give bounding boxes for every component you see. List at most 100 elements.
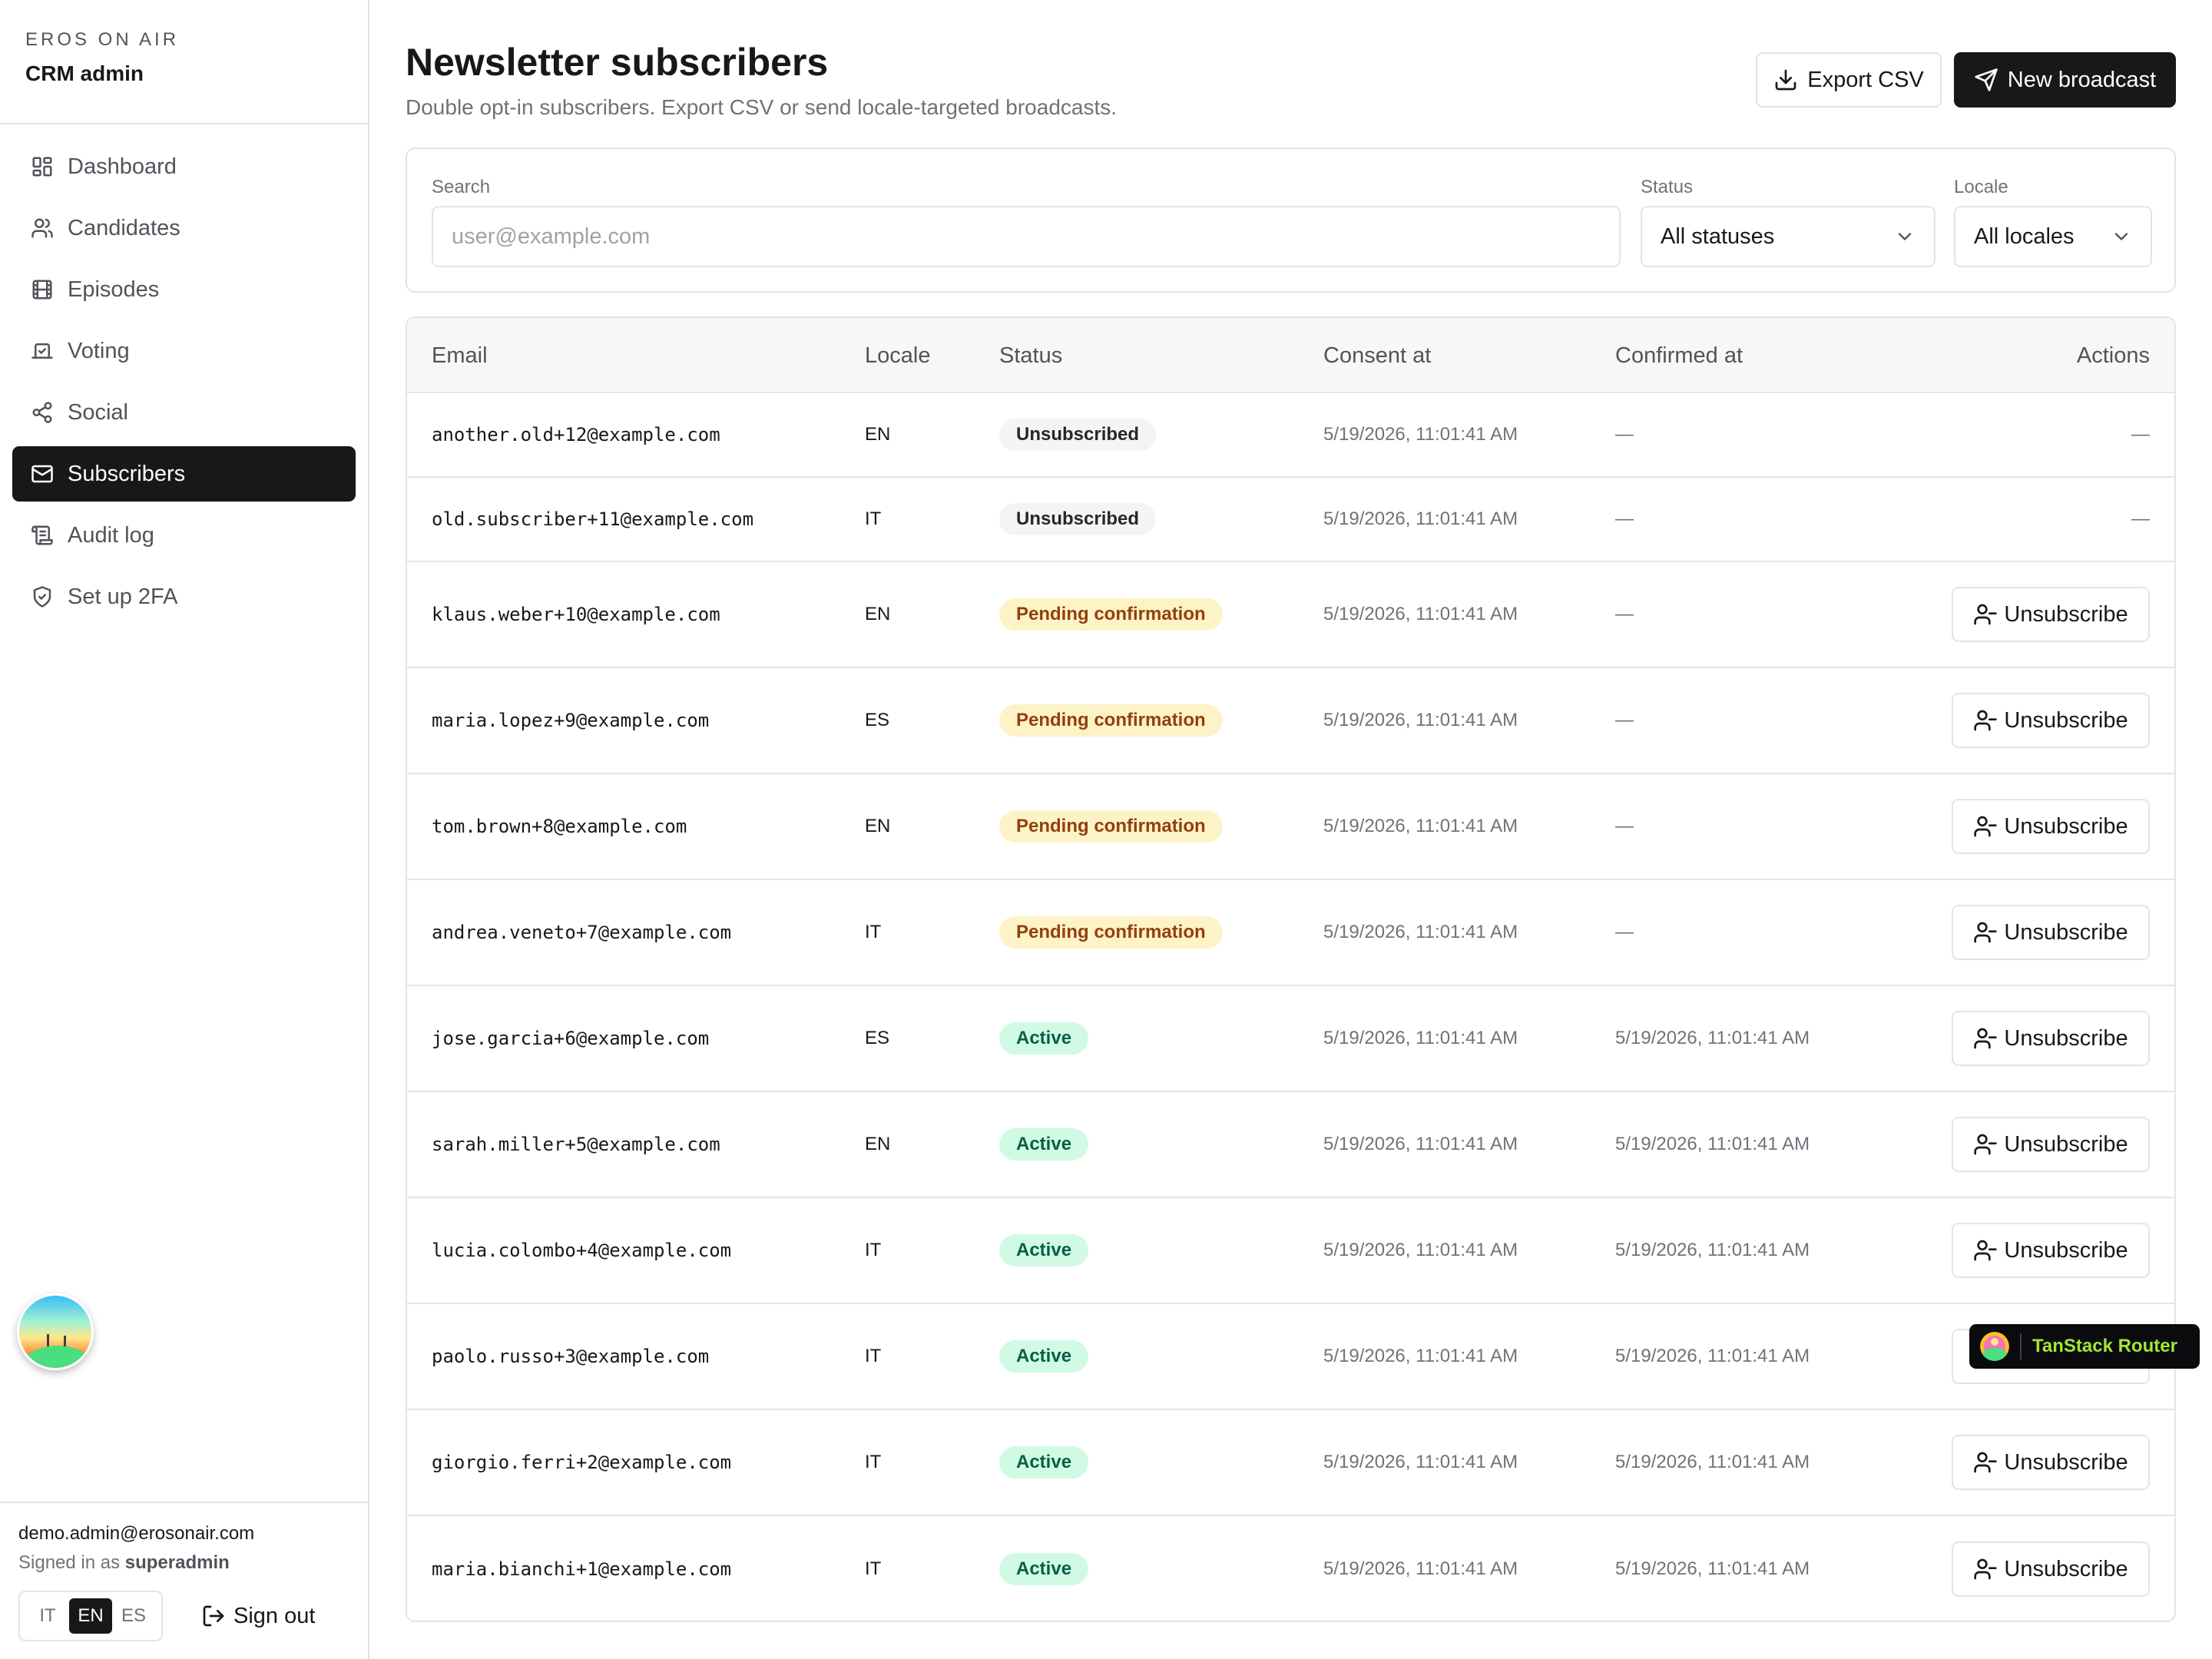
actions-cell: Unsubscribe	[1952, 1092, 2150, 1197]
status-badge: Active	[999, 1234, 1089, 1267]
sidebar-item-dashboard[interactable]: Dashboard	[12, 139, 356, 194]
unsubscribe-label: Unsubscribe	[2004, 1556, 2128, 1581]
actions-cell: Unsubscribe	[1952, 1410, 2150, 1515]
locale-cell: EN	[865, 816, 891, 836]
status-badge: Unsubscribed	[999, 503, 1157, 535]
email-cell: giorgio.ferri+2@example.com	[432, 1452, 732, 1473]
sidebar-item-subscribers[interactable]: Subscribers	[12, 446, 356, 502]
actions-cell: Unsubscribe	[1952, 562, 2150, 667]
status-label: Status	[1641, 177, 1694, 197]
sidebar-item-candidates[interactable]: Candidates	[12, 200, 356, 256]
sidebar-item-episodes[interactable]: Episodes	[12, 262, 356, 317]
unsubscribe-button[interactable]: Unsubscribe	[1952, 1541, 2150, 1597]
email-cell: maria.lopez+9@example.com	[432, 710, 710, 731]
sidebar-item-label: Audit log	[68, 522, 154, 548]
brand-eyebrow: EROS ON AIR	[25, 29, 180, 50]
tanstack-router-label: TanStack Router	[2032, 1336, 2177, 1356]
scroll-icon	[31, 524, 68, 547]
chevron-down-icon	[1894, 226, 1916, 247]
email-cell: tom.brown+8@example.com	[432, 816, 687, 837]
new-broadcast-button[interactable]: New broadcast	[1954, 52, 2176, 108]
email-cell: andrea.veneto+7@example.com	[432, 922, 732, 943]
locale-cell: IT	[865, 508, 882, 529]
unsubscribe-button[interactable]: Unsubscribe	[1952, 1117, 2150, 1172]
export-csv-button[interactable]: Export CSV	[1756, 52, 1942, 108]
email-cell: jose.garcia+6@example.com	[432, 1028, 710, 1049]
user-minus-icon	[1973, 1026, 2004, 1051]
locale-cell: EN	[865, 424, 891, 445]
email-cell: maria.bianchi+1@example.com	[432, 1558, 732, 1580]
table-row: lucia.colombo+4@example.com IT Active 5/19/…	[407, 1198, 2174, 1304]
status-select[interactable]: All statuses	[1641, 206, 1936, 267]
unsubscribe-label: Unsubscribe	[2004, 1449, 2128, 1475]
language-option-en[interactable]: EN	[69, 1598, 112, 1634]
email-cell: old.subscriber+11@example.com	[432, 508, 754, 530]
confirmed-at-cell: 5/19/2026, 11:01:41 AM	[1615, 1558, 1810, 1579]
language-option-it[interactable]: IT	[26, 1598, 69, 1634]
divider	[2020, 1333, 2022, 1359]
unsubscribe-button[interactable]: Unsubscribe	[1952, 799, 2150, 854]
actions-cell: Unsubscribe	[1952, 986, 2150, 1091]
column-header-actions: Actions	[2076, 343, 2150, 368]
new-broadcast-label: New broadcast	[2007, 67, 2157, 92]
sidebar-item-voting[interactable]: Voting	[12, 323, 356, 379]
dashboard-icon	[31, 155, 68, 178]
unsubscribe-button[interactable]: Unsubscribe	[1952, 1223, 2150, 1278]
user-minus-icon	[1973, 1450, 2004, 1475]
devtools-toggle-icon[interactable]	[17, 1293, 94, 1370]
column-header-consent: Consent at	[1323, 343, 1432, 368]
unsubscribe-label: Unsubscribe	[2004, 707, 2128, 733]
export-csv-label: Export CSV	[1807, 67, 1924, 92]
brand: EROS ON AIR CRM admin	[0, 0, 368, 124]
mail-icon	[31, 462, 68, 485]
tanstack-router-devtools-button[interactable]: TanStack Router	[1969, 1324, 2200, 1369]
confirmed-at-cell: —	[1615, 424, 1634, 445]
table-row: giorgio.ferri+2@example.com IT Active 5/19/…	[407, 1410, 2174, 1516]
unsubscribe-button[interactable]: Unsubscribe	[1952, 693, 2150, 748]
subscribers-table: Email Locale Status Consent at Confirmed…	[406, 316, 2176, 1622]
user-minus-icon	[1973, 1132, 2004, 1157]
consent-at-cell: 5/19/2026, 11:01:41 AM	[1323, 604, 1518, 624]
status-cell: Active	[999, 1304, 1089, 1409]
locale-cell: IT	[865, 1240, 882, 1260]
email-cell: sarah.miller+5@example.com	[432, 1134, 720, 1155]
sidebar-item-set-up-2fa[interactable]: Set up 2FA	[12, 569, 356, 624]
status-badge: Active	[999, 1553, 1089, 1585]
locale-cell: ES	[865, 710, 890, 730]
user-minus-icon	[1973, 1238, 2004, 1263]
consent-at-cell: 5/19/2026, 11:01:41 AM	[1323, 1452, 1518, 1472]
actions-cell: Unsubscribe	[1952, 668, 2150, 773]
unsubscribe-button[interactable]: Unsubscribe	[1952, 1011, 2150, 1066]
unsubscribe-button[interactable]: Unsubscribe	[1952, 587, 2150, 642]
locale-label: Locale	[1954, 177, 2008, 197]
locale-select[interactable]: All locales	[1954, 206, 2152, 267]
consent-at-cell: 5/19/2026, 11:01:41 AM	[1323, 710, 1518, 730]
actions-cell: Unsubscribe	[1952, 774, 2150, 879]
table-row: another.old+12@example.com EN Unsubscribed…	[407, 393, 2174, 478]
locale-cell: IT	[865, 1346, 882, 1366]
status-badge: Pending confirmation	[999, 916, 1223, 949]
language-option-es[interactable]: ES	[112, 1598, 155, 1634]
sidebar-item-audit-log[interactable]: Audit log	[12, 508, 356, 563]
confirmed-at-cell: —	[1615, 710, 1634, 730]
sign-out-button[interactable]: Sign out	[201, 1604, 315, 1629]
table-row: maria.bianchi+1@example.com IT Active 5/19/…	[407, 1516, 2174, 1621]
search-input[interactable]: user@example.com	[432, 206, 1621, 267]
unsubscribe-button[interactable]: Unsubscribe	[1952, 905, 2150, 960]
unsubscribe-label: Unsubscribe	[2004, 919, 2128, 945]
consent-at-cell: 5/19/2026, 11:01:41 AM	[1323, 1028, 1518, 1048]
sidebar: EROS ON AIR CRM admin Dashboard Candidate…	[0, 0, 369, 1659]
unsubscribe-button[interactable]: Unsubscribe	[1952, 1435, 2150, 1490]
table-row: andrea.veneto+7@example.com IT Pending con…	[407, 880, 2174, 986]
unsubscribe-label: Unsubscribe	[2004, 1237, 2128, 1263]
sidebar-item-label: Set up 2FA	[68, 584, 178, 609]
locale-cell: EN	[865, 604, 891, 624]
status-cell: Pending confirmation	[999, 880, 1223, 985]
sidebar-item-social[interactable]: Social	[12, 385, 356, 440]
consent-at-cell: 5/19/2026, 11:01:41 AM	[1323, 1558, 1518, 1579]
status-cell: Active	[999, 1092, 1089, 1197]
email-cell: klaus.weber+10@example.com	[432, 604, 720, 625]
confirmed-at-cell: 5/19/2026, 11:01:41 AM	[1615, 1240, 1810, 1260]
user-role: Signed in as superadmin	[18, 1552, 349, 1574]
user-minus-icon	[1973, 708, 2004, 733]
